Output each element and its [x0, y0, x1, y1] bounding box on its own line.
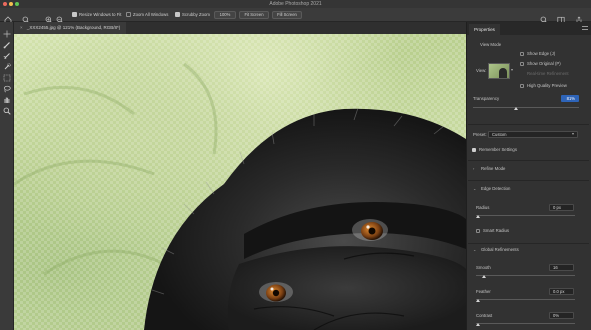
contrast-slider[interactable] [476, 323, 575, 324]
divider [468, 243, 589, 244]
zoom-in-icon[interactable] [45, 11, 53, 24]
smart-radius-checkbox[interactable] [476, 229, 480, 233]
show-edge-label: Show Edge (J) [527, 51, 556, 56]
zoom-all-windows-label: Zoom All Windows [133, 12, 169, 17]
preset-label: Preset: [473, 132, 487, 137]
real-time-refinement-label: Real-time Refinement [527, 71, 569, 76]
tab-properties[interactable]: Properties [469, 24, 500, 35]
image-canvas[interactable] [14, 34, 466, 330]
share-icon[interactable] [575, 11, 583, 24]
contrast-slider-knob[interactable] [476, 323, 480, 326]
show-edge-checkbox[interactable] [520, 52, 524, 56]
close-tab-icon[interactable]: × [20, 25, 23, 30]
high-quality-preview-label: High Quality Preview [527, 83, 567, 88]
remember-settings-label: Remember Settings [479, 147, 517, 152]
object-select-icon[interactable] [3, 69, 11, 82]
preset-dropdown-icon[interactable]: ▾ [572, 131, 574, 137]
transparency-field[interactable]: 81% [561, 95, 579, 102]
view-label: View: [476, 68, 487, 73]
refine-edge-brush-icon[interactable] [3, 47, 11, 60]
zoom-out-icon[interactable] [56, 11, 64, 24]
edge-detection-chevron-icon[interactable]: ⌄ [473, 186, 476, 192]
smooth-label: Smooth [476, 265, 491, 270]
show-original-label: Show Original (P) [527, 61, 561, 66]
gorilla-image [14, 62, 466, 330]
smooth-slider[interactable] [476, 275, 575, 276]
zoom-all-windows-checkbox[interactable] [126, 12, 131, 17]
panel-tab-row: Properties [467, 22, 591, 35]
options-bar: Resize Windows to Fit Zoom All Windows S… [0, 8, 591, 24]
brush-tool-icon[interactable] [3, 36, 11, 49]
transparency-label: Transparency [473, 96, 500, 101]
divider [468, 160, 589, 161]
radius-label: Radius [476, 205, 490, 210]
move-tool-icon[interactable] [3, 25, 11, 38]
high-quality-preview-checkbox[interactable] [520, 84, 524, 88]
zoom-100-button[interactable]: 100% [214, 11, 236, 19]
fit-screen-button[interactable]: Fit Screen [239, 11, 269, 19]
global-refinements-label[interactable]: Global Refinements [481, 247, 519, 253]
lasso-icon[interactable] [3, 80, 11, 93]
resize-windows-checkbox[interactable] [72, 12, 77, 17]
show-original-checkbox[interactable] [520, 62, 524, 66]
remember-settings-checkbox[interactable] [472, 148, 476, 152]
refine-mode-label[interactable]: Refine Mode [481, 166, 505, 172]
tools-panel [0, 22, 14, 330]
smart-radius-label: Smart Radius [483, 228, 510, 233]
feather-label: Feather [476, 289, 491, 294]
quick-selection-icon[interactable] [3, 58, 11, 70]
radius-slider-knob[interactable] [476, 215, 480, 218]
hand-icon[interactable] [3, 91, 11, 103]
view-mode-thumbnail[interactable] [488, 63, 510, 79]
panel-menu-icon[interactable] [582, 26, 588, 30]
scrubby-zoom-label: Scrubby Zoom [182, 12, 210, 17]
document-tab[interactable]: × _XXX2455.jpg @ 121% (Background, RGB/8… [14, 22, 127, 34]
radius-field[interactable]: 0 px [549, 204, 574, 211]
transparency-slider[interactable] [473, 107, 579, 108]
zoom-tool-icon[interactable] [22, 11, 30, 24]
feather-slider-knob[interactable] [476, 299, 480, 302]
feather-field[interactable]: 0.0 px [549, 288, 574, 295]
preset-select[interactable]: Custom [488, 131, 578, 138]
divider [468, 124, 589, 125]
feather-slider[interactable] [476, 299, 575, 300]
smooth-slider-knob[interactable] [481, 275, 486, 278]
scrubby-zoom-checkbox[interactable] [175, 12, 180, 17]
home-icon[interactable] [4, 11, 12, 24]
refine-mode-chevron-icon[interactable]: › [473, 166, 474, 172]
global-refinements-chevron-icon[interactable]: ⌄ [473, 247, 476, 253]
divider [468, 180, 589, 181]
view-mode-label: View Mode [480, 42, 502, 47]
fill-screen-button[interactable]: Fill Screen [272, 11, 302, 19]
title-bar: Adobe Photoshop 2021 [0, 0, 591, 8]
workspace-icon[interactable] [557, 11, 565, 24]
radius-slider[interactable] [476, 215, 575, 216]
document-tab-label: _XXX2455.jpg @ 121% (Background, RGB/8*) [26, 25, 121, 30]
view-dropdown-icon[interactable]: ▾ [511, 67, 513, 73]
search-icon[interactable] [540, 11, 548, 24]
zoom-icon[interactable] [3, 102, 11, 115]
document-tab-bar: × _XXX2455.jpg @ 121% (Background, RGB/8… [14, 22, 466, 34]
smooth-field[interactable]: 16 [549, 264, 574, 271]
transparency-slider-knob[interactable] [513, 107, 518, 110]
window-title: Adobe Photoshop 2021 [269, 1, 322, 7]
edge-detection-label[interactable]: Edge Detection [481, 186, 510, 192]
contrast-label: Contrast [476, 313, 493, 318]
resize-windows-label: Resize Windows to Fit [79, 12, 122, 17]
contrast-field[interactable]: 0% [549, 312, 574, 319]
